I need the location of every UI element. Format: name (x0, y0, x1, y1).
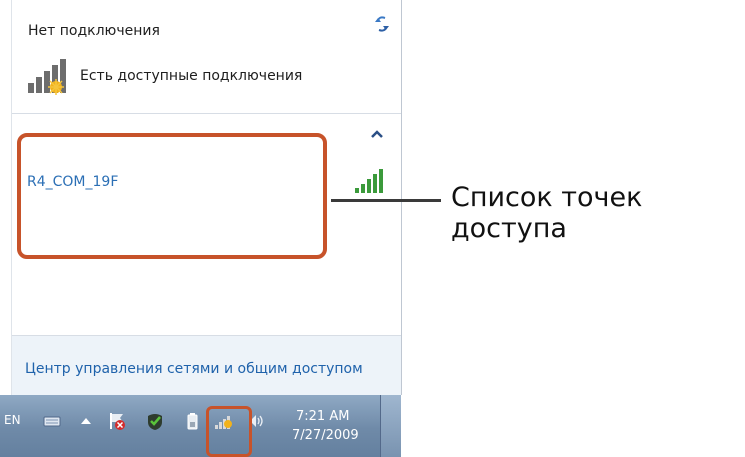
clock-time[interactable]: 7:21 AM (296, 409, 349, 424)
show-hidden-icons-icon[interactable] (76, 411, 96, 431)
network-sharing-center-link[interactable]: Центр управления сетями и общим доступом (25, 361, 363, 377)
volume-icon[interactable] (246, 411, 266, 431)
taskbar: EN 7:21 AM 7/27/2009 (0, 395, 400, 457)
network-list-item[interactable] (18, 133, 328, 259)
signal-strength-icon (355, 169, 383, 193)
network-ssid[interactable]: R4_COM_19F (27, 174, 118, 190)
panel-footer: Центр управления сетями и общим доступом (12, 335, 401, 396)
network-status-icon (28, 59, 66, 95)
wifi-network-icon[interactable] (214, 411, 234, 431)
divider (12, 113, 401, 114)
battery-icon[interactable] (182, 411, 202, 431)
action-center-icon[interactable] (107, 411, 127, 431)
show-desktop-button[interactable] (380, 395, 401, 457)
status-subtitle: Есть доступные подключения (80, 68, 303, 84)
language-indicator[interactable]: EN (4, 413, 21, 427)
clock-date[interactable]: 7/27/2009 (292, 428, 359, 443)
security-icon[interactable] (145, 411, 165, 431)
status-title: Нет подключения (28, 23, 160, 39)
callout-label: Список точек доступа (451, 182, 643, 244)
wifi-flyout-panel: Нет подключения Есть доступные подключен… (11, 0, 402, 396)
callout-line (331, 199, 441, 202)
keyboard-icon[interactable] (42, 411, 62, 431)
refresh-icon[interactable] (371, 13, 393, 35)
chevron-up-icon[interactable] (370, 129, 384, 139)
